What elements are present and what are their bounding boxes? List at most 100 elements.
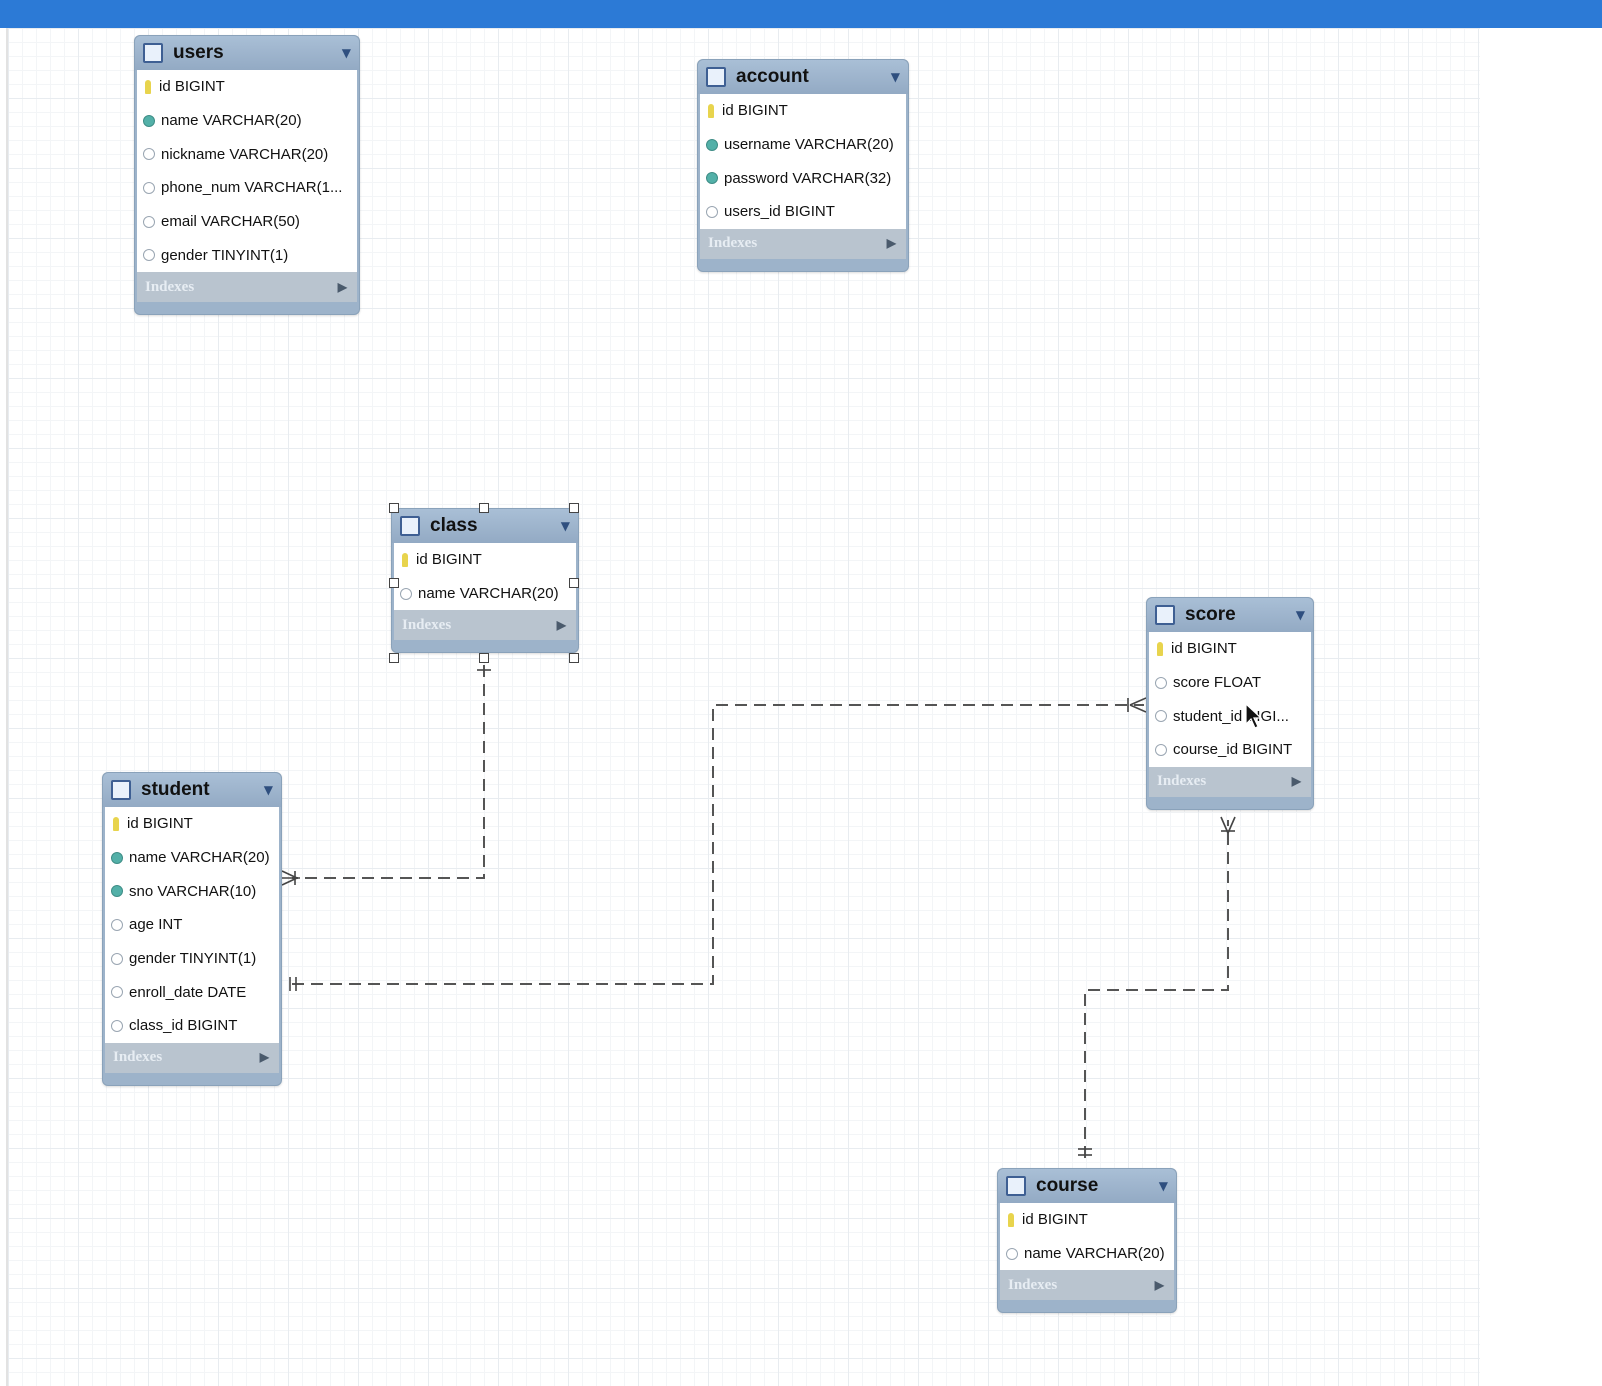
nullable-column-icon xyxy=(143,181,155,194)
column-row[interactable]: name VARCHAR(20) xyxy=(1000,1237,1174,1271)
resize-handle-bottom[interactable] xyxy=(479,653,489,663)
expand-arrow-icon[interactable]: ▶ xyxy=(260,1050,269,1065)
indexes-section[interactable]: Indexes ▶ xyxy=(1149,766,1311,797)
indexes-section[interactable]: Indexes ▶ xyxy=(394,610,576,641)
indexes-section[interactable]: Indexes ▶ xyxy=(700,228,906,259)
table-users[interactable]: users ▼ id BIGINT name VARCHAR(20) nickn… xyxy=(134,35,360,316)
table-header[interactable]: course ▼ xyxy=(998,1169,1176,1203)
resize-handle-top[interactable] xyxy=(479,503,489,513)
collapse-toggle-icon[interactable]: ▼ xyxy=(891,70,900,84)
indexes-label: Indexes xyxy=(1157,773,1207,790)
column-label: student_id BIGI... xyxy=(1173,707,1289,725)
column-row[interactable]: username VARCHAR(20) xyxy=(700,128,906,162)
collapse-toggle-icon[interactable]: ▼ xyxy=(1159,1179,1168,1193)
table-footer xyxy=(103,1073,281,1085)
table-name: class xyxy=(430,515,478,536)
table-header[interactable]: score ▼ xyxy=(1147,598,1313,632)
column-row[interactable]: id BIGINT xyxy=(700,94,906,128)
expand-arrow-icon[interactable]: ▶ xyxy=(557,618,566,633)
column-label: email VARCHAR(50) xyxy=(161,213,300,231)
column-row[interactable]: gender TINYINT(1) xyxy=(105,942,279,976)
table-icon xyxy=(143,43,163,63)
table-footer xyxy=(135,302,359,314)
resize-handle-top-left[interactable] xyxy=(389,503,399,513)
nullable-column-icon xyxy=(143,148,155,161)
indexes-label: Indexes xyxy=(145,278,195,295)
indexes-section[interactable]: Indexes ▶ xyxy=(105,1042,279,1073)
expand-arrow-icon[interactable]: ▶ xyxy=(887,236,896,251)
table-icon xyxy=(1006,1176,1026,1196)
table-account[interactable]: account ▼ id BIGINT username VARCHAR(20)… xyxy=(697,59,909,272)
nullable-column-icon xyxy=(111,1019,123,1032)
column-row[interactable]: id BIGINT xyxy=(394,543,576,577)
resize-handle-bottom-left[interactable] xyxy=(389,653,399,663)
table-name: account xyxy=(736,66,809,87)
column-row[interactable]: email VARCHAR(50) xyxy=(137,205,357,239)
column-label: name VARCHAR(20) xyxy=(129,849,270,867)
expand-arrow-icon[interactable]: ▶ xyxy=(1155,1278,1164,1293)
column-row[interactable]: enroll_date DATE xyxy=(105,975,279,1009)
column-list: id BIGINT name VARCHAR(20) sno VARCHAR(1… xyxy=(105,807,279,1043)
column-label: enroll_date DATE xyxy=(129,983,247,1001)
table-header[interactable]: student ▼ xyxy=(103,773,281,807)
column-row[interactable]: age INT xyxy=(105,908,279,942)
column-label: gender TINYINT(1) xyxy=(129,950,257,968)
column-row[interactable]: password VARCHAR(32) xyxy=(700,161,906,195)
column-list: id BIGINT username VARCHAR(20) password … xyxy=(700,94,906,229)
column-label: id BIGINT xyxy=(159,78,225,96)
table-name: course xyxy=(1036,1175,1099,1196)
expand-arrow-icon[interactable]: ▶ xyxy=(338,280,347,295)
column-row[interactable]: id BIGINT xyxy=(137,70,357,104)
column-row[interactable]: score FLOAT xyxy=(1149,666,1311,700)
collapse-toggle-icon[interactable]: ▼ xyxy=(264,783,273,797)
collapse-toggle-icon[interactable]: ▼ xyxy=(1296,608,1305,622)
column-row[interactable]: class_id BIGINT xyxy=(105,1009,279,1043)
column-label: name VARCHAR(20) xyxy=(161,112,302,130)
table-header[interactable]: account ▼ xyxy=(698,60,908,94)
table-footer xyxy=(392,640,578,652)
column-label: id BIGINT xyxy=(1171,640,1237,658)
not-null-column-icon xyxy=(111,851,123,864)
column-row[interactable]: name VARCHAR(20) xyxy=(137,104,357,138)
table-course[interactable]: course ▼ id BIGINT name VARCHAR(20) Inde… xyxy=(997,1168,1177,1314)
column-row[interactable]: users_id BIGINT xyxy=(700,195,906,229)
table-header[interactable]: class ▼ xyxy=(392,509,578,543)
resize-handle-top-right[interactable] xyxy=(569,503,579,513)
resize-handle-bottom-right[interactable] xyxy=(569,653,579,663)
table-student[interactable]: student ▼ id BIGINT name VARCHAR(20) sno… xyxy=(102,772,282,1086)
column-label: password VARCHAR(32) xyxy=(724,169,892,187)
indexes-section[interactable]: Indexes ▶ xyxy=(1000,1270,1174,1301)
expand-arrow-icon[interactable]: ▶ xyxy=(1292,774,1301,789)
collapse-toggle-icon[interactable]: ▼ xyxy=(342,46,351,60)
table-name: score xyxy=(1185,604,1236,625)
table-class[interactable]: class ▼ id BIGINT name VARCHAR(20) Index… xyxy=(391,508,579,654)
not-null-column-icon xyxy=(706,138,718,151)
title-bar xyxy=(0,0,1602,28)
table-icon xyxy=(706,67,726,87)
nullable-column-icon xyxy=(111,918,123,931)
nullable-column-icon xyxy=(400,587,412,600)
column-row[interactable]: sno VARCHAR(10) xyxy=(105,874,279,908)
column-label: class_id BIGINT xyxy=(129,1017,238,1035)
column-row[interactable]: id BIGINT xyxy=(1000,1203,1174,1237)
resize-handle-right[interactable] xyxy=(569,578,579,588)
column-row[interactable]: gender TINYINT(1) xyxy=(137,238,357,272)
column-row[interactable]: name VARCHAR(20) xyxy=(394,577,576,611)
table-icon xyxy=(400,516,420,536)
column-row[interactable]: id BIGINT xyxy=(1149,632,1311,666)
column-row[interactable]: id BIGINT xyxy=(105,807,279,841)
column-list: id BIGINT score FLOAT student_id BIGI...… xyxy=(1149,632,1311,767)
collapse-toggle-icon[interactable]: ▼ xyxy=(561,519,570,533)
column-row[interactable]: name VARCHAR(20) xyxy=(105,841,279,875)
indexes-section[interactable]: Indexes ▶ xyxy=(137,272,357,303)
resize-handle-left[interactable] xyxy=(389,578,399,588)
nullable-column-icon xyxy=(1155,676,1167,689)
column-row[interactable]: student_id BIGI... xyxy=(1149,699,1311,733)
column-row[interactable]: course_id BIGINT xyxy=(1149,733,1311,767)
table-header[interactable]: users ▼ xyxy=(135,36,359,70)
column-row[interactable]: nickname VARCHAR(20) xyxy=(137,137,357,171)
nullable-column-icon xyxy=(143,215,155,228)
column-row[interactable]: phone_num VARCHAR(1... xyxy=(137,171,357,205)
table-score[interactable]: score ▼ id BIGINT score FLOAT student_id… xyxy=(1146,597,1314,810)
column-label: phone_num VARCHAR(1... xyxy=(161,179,343,197)
